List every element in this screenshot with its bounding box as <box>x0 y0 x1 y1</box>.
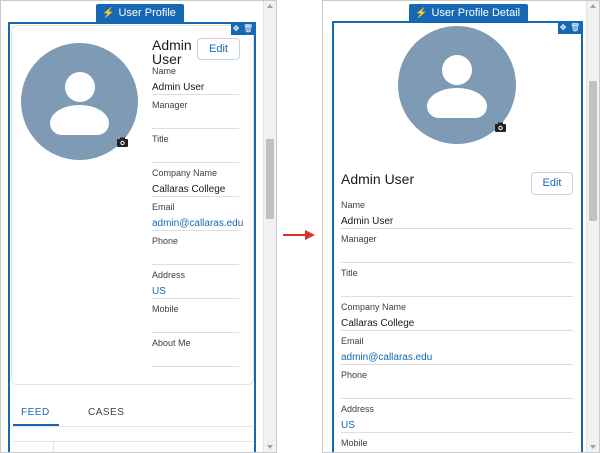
user-profile-component-tab[interactable]: ⚡ User Profile <box>96 4 184 23</box>
feed-cases-tabs: FEED CASES <box>13 399 253 427</box>
field-address: Address US <box>341 404 573 433</box>
user-profile-screenshot: ⚡ User Profile ✥ 🗑 Admin User Edit Name Ad… <box>0 0 277 453</box>
field-value[interactable]: admin@callaras.edu <box>341 351 573 364</box>
field-phone: Phone <box>341 370 573 399</box>
field-company-name: Company Name Callaras College <box>152 168 239 197</box>
edit-button[interactable]: Edit <box>531 172 573 195</box>
scroll-up-icon[interactable] <box>267 4 273 8</box>
field-value[interactable]: US <box>341 419 573 432</box>
field-label: Title <box>341 268 358 278</box>
field-label: Mobile <box>152 304 179 314</box>
lightning-bolt-icon: ⚡ <box>415 8 428 19</box>
avatar-body <box>50 105 109 135</box>
field-title: Title <box>152 134 239 163</box>
divider <box>13 441 253 442</box>
field-label: Name <box>152 66 177 76</box>
field-value: Admin User <box>152 82 205 93</box>
field-name: Name Admin User <box>152 66 239 95</box>
field-label: About Me <box>152 338 191 348</box>
tab-feed[interactable]: FEED <box>21 407 50 418</box>
field-label: Manager <box>341 234 377 244</box>
scroll-thumb[interactable] <box>589 81 597 221</box>
field-manager: Manager <box>152 100 239 129</box>
field-label: Email <box>341 336 364 346</box>
field-email: Email admin@callaras.edu <box>152 202 243 231</box>
scrollbar[interactable] <box>586 1 599 452</box>
profile-name: Admin User <box>152 37 192 67</box>
trash-icon[interactable]: 🗑 <box>570 23 580 33</box>
scroll-down-icon[interactable] <box>267 445 273 449</box>
field-label: Address <box>341 404 375 414</box>
avatar-head <box>65 72 95 102</box>
divider <box>53 441 54 452</box>
component-tools: ✥ 🗑 <box>231 23 255 35</box>
field-about-me: About Me <box>152 338 239 367</box>
avatar-body <box>427 88 487 118</box>
trash-icon[interactable]: 🗑 <box>243 24 253 34</box>
field-phone: Phone <box>152 236 239 265</box>
avatar-head <box>442 55 472 85</box>
field-label: Company Name <box>341 302 407 312</box>
field-label: Manager <box>152 100 188 110</box>
field-address: Address US <box>152 270 239 299</box>
field-mobile: Mobile <box>341 438 573 452</box>
field-label: Email <box>152 202 175 212</box>
lightning-bolt-icon: ⚡ <box>102 8 115 19</box>
profile-name: Admin User <box>341 171 415 187</box>
field-title: Title <box>341 268 573 297</box>
field-value: Callaras College <box>341 318 415 329</box>
scroll-up-icon[interactable] <box>590 4 596 8</box>
field-label: Title <box>152 134 169 144</box>
field-label: Phone <box>152 236 179 246</box>
user-profile-detail-screenshot: ⚡ User Profile Detail ✥ 🗑 Admin User Edit… <box>322 0 600 453</box>
field-value[interactable]: admin@callaras.edu <box>152 217 243 230</box>
scrollbar[interactable] <box>263 1 276 452</box>
field-company-name: Company Name Callaras College <box>341 302 573 331</box>
move-icon[interactable]: ✥ <box>560 23 567 33</box>
component-tab-label: User Profile Detail <box>431 7 521 19</box>
field-value[interactable]: US <box>152 285 239 298</box>
move-icon[interactable]: ✥ <box>233 24 240 34</box>
field-name: Name Admin User <box>341 200 573 229</box>
field-label: Name <box>341 200 366 210</box>
field-value: Callaras College <box>152 184 226 195</box>
component-tools: ✥ 🗑 <box>558 22 582 34</box>
field-label: Mobile <box>341 438 368 448</box>
field-value: Admin User <box>341 216 394 227</box>
user-profile-detail-component-tab[interactable]: ⚡ User Profile Detail <box>409 4 529 23</box>
field-label: Company Name <box>152 168 218 178</box>
edit-button[interactable]: Edit <box>197 38 240 60</box>
field-manager: Manager <box>341 234 573 263</box>
field-mobile: Mobile <box>152 304 239 333</box>
camera-icon[interactable] <box>117 137 128 147</box>
profile-card: Admin User Edit Name Admin User Manager Tit… <box>11 25 254 385</box>
active-tab-indicator <box>13 424 59 426</box>
field-label: Address <box>152 270 186 280</box>
scroll-down-icon[interactable] <box>590 445 596 449</box>
arrow-right-icon <box>283 230 315 240</box>
field-email: Email admin@callaras.edu <box>341 336 573 365</box>
tab-cases[interactable]: CASES <box>88 407 124 418</box>
field-label: Phone <box>341 370 368 380</box>
component-tab-label: User Profile <box>118 7 176 19</box>
scroll-thumb[interactable] <box>266 139 274 219</box>
camera-icon[interactable] <box>495 122 506 132</box>
